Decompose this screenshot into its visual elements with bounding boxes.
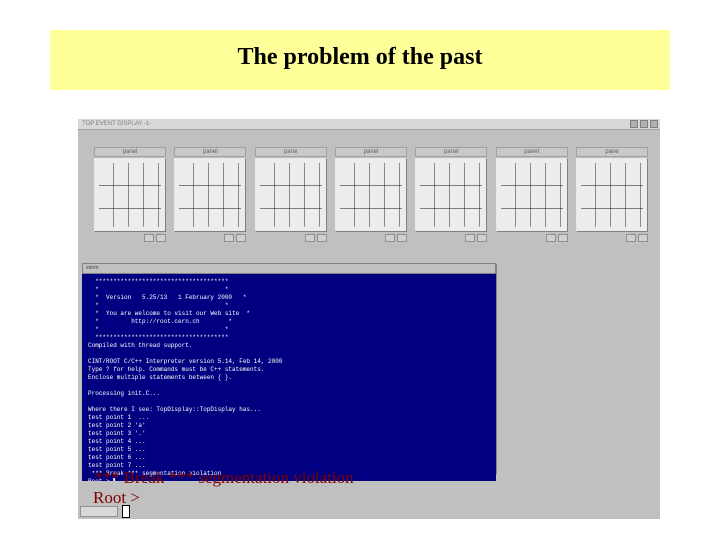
display-pane: panel xyxy=(94,147,166,242)
pane-label: panel xyxy=(94,147,166,157)
pane-plot xyxy=(576,158,648,232)
display-pane: panel xyxy=(174,147,246,242)
pane-plot xyxy=(255,158,327,232)
maximize-icon[interactable] xyxy=(640,120,648,128)
pane-btn-icon[interactable] xyxy=(638,234,648,242)
desktop-window: TOP EVENT DISPLAY -1- panel panel pane xyxy=(78,119,660,519)
pane-plot xyxy=(415,158,487,232)
terminal-titlebar: xterm xyxy=(82,263,496,274)
pane-label: panel xyxy=(415,147,487,157)
pane-btn-icon[interactable] xyxy=(397,234,407,242)
pane-label: pane xyxy=(576,147,648,157)
window-controls xyxy=(630,120,658,128)
pane-btn-icon[interactable] xyxy=(236,234,246,242)
pane-plot xyxy=(496,158,568,232)
pane-btn-icon[interactable] xyxy=(546,234,556,242)
title-banner: The problem of the past xyxy=(50,30,670,90)
display-pane: pane xyxy=(255,147,327,242)
pane-btn-icon[interactable] xyxy=(144,234,154,242)
display-pane: panel xyxy=(496,147,568,242)
pane-btn-icon[interactable] xyxy=(156,234,166,242)
pane-plot xyxy=(335,158,407,232)
terminal-body[interactable]: ************************************* * … xyxy=(82,274,496,481)
slide-title: The problem of the past xyxy=(238,44,483,71)
pane-btn-icon[interactable] xyxy=(385,234,395,242)
slide: The problem of the past TOP EVENT DISPLA… xyxy=(0,0,720,540)
display-pane: panel xyxy=(335,147,407,242)
desktop-titlebar: TOP EVENT DISPLAY -1- xyxy=(78,119,660,130)
minimize-icon[interactable] xyxy=(630,120,638,128)
terminal-output: ************************************* * … xyxy=(88,278,282,469)
pane-plot xyxy=(174,158,246,232)
desktop-window-title: TOP EVENT DISPLAY -1- xyxy=(82,121,151,127)
annotation-break: *** Break *** segmentation violation xyxy=(94,468,354,488)
pane-btn-icon[interactable] xyxy=(477,234,487,242)
display-pane: panel xyxy=(415,147,487,242)
terminal-window[interactable]: xterm **********************************… xyxy=(82,263,496,473)
pane-btn-icon[interactable] xyxy=(626,234,636,242)
pane-btn-icon[interactable] xyxy=(465,234,475,242)
pane-btn-icon[interactable] xyxy=(558,234,568,242)
pane-label: panel xyxy=(496,147,568,157)
panes-row: panel panel pane panel panel xyxy=(94,147,648,242)
close-icon[interactable] xyxy=(650,120,658,128)
pane-label: pane xyxy=(255,147,327,157)
pane-label: panel xyxy=(335,147,407,157)
annotation-root: Root > xyxy=(93,488,140,508)
pane-btn-icon[interactable] xyxy=(305,234,315,242)
pane-btn-icon[interactable] xyxy=(224,234,234,242)
pane-btn-icon[interactable] xyxy=(317,234,327,242)
pane-plot xyxy=(94,158,166,232)
display-pane: pane xyxy=(576,147,648,242)
pane-label: panel xyxy=(174,147,246,157)
